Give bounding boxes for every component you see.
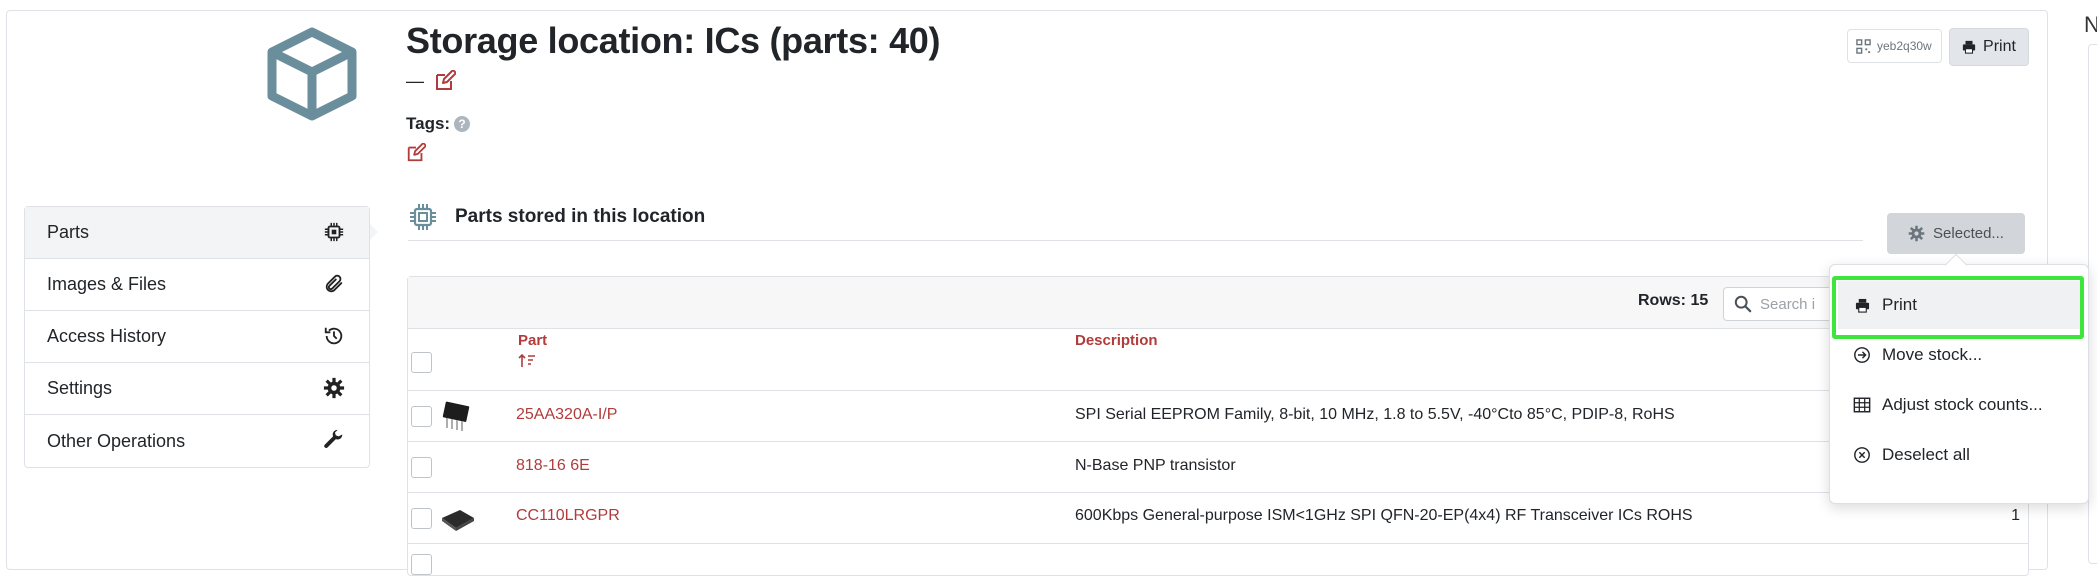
sidebar-item-access-history[interactable]: Access History bbox=[25, 311, 369, 363]
help-icon[interactable]: ? bbox=[454, 116, 471, 132]
selected-actions-menu: Print Move stock... Adjust stock counts.… bbox=[1829, 264, 2089, 504]
paperclip-icon bbox=[323, 273, 347, 297]
sidebar: Parts Images & Files Access History Sett… bbox=[24, 206, 370, 468]
part-thumbnail[interactable] bbox=[438, 502, 476, 536]
rows-per-page-label[interactable]: Rows: 15 bbox=[1638, 292, 1708, 310]
sidebar-item-images-files[interactable]: Images & Files bbox=[25, 259, 369, 311]
selected-actions-label: Selected... bbox=[1933, 225, 2004, 242]
page-title: Storage location: ICs (parts: 40) bbox=[406, 20, 941, 61]
menu-item-label: Deselect all bbox=[1882, 445, 1970, 464]
row-checkbox[interactable] bbox=[411, 554, 432, 575]
print-button[interactable]: Print bbox=[1949, 28, 2029, 66]
edit-comment-icon[interactable] bbox=[434, 70, 456, 92]
adjacent-panel-letter: N bbox=[2084, 12, 2097, 37]
arrow-circle-icon bbox=[1852, 345, 1872, 365]
table-row[interactable]: CC110LRGPR 600Kbps General-purpose ISM<1… bbox=[408, 494, 2028, 544]
part-description: SPI Serial EEPROM Family, 8-bit, 10 MHz,… bbox=[1075, 406, 1675, 423]
active-item-pointer bbox=[370, 224, 378, 240]
select-all-checkbox[interactable] bbox=[411, 352, 432, 373]
section-divider bbox=[408, 240, 1863, 241]
part-link[interactable]: 25AA320A-I/P bbox=[516, 406, 617, 424]
chip-icon bbox=[323, 221, 347, 245]
sidebar-item-label: Images & Files bbox=[47, 274, 167, 294]
edit-tags-icon[interactable] bbox=[406, 143, 428, 165]
sidebar-item-parts[interactable]: Parts bbox=[25, 207, 369, 259]
part-quantity: 1 bbox=[2011, 507, 2020, 524]
menu-item-move-stock[interactable]: Move stock... bbox=[1838, 331, 2082, 379]
adjacent-panel-card bbox=[2088, 44, 2097, 564]
sidebar-item-other-operations[interactable]: Other Operations bbox=[25, 415, 369, 467]
x-circle-icon bbox=[1852, 445, 1872, 465]
comment-line: — bbox=[406, 70, 456, 92]
part-description: N-Base PNP transistor bbox=[1075, 457, 1236, 474]
qr-code-label: yeb2q30w bbox=[1877, 39, 1932, 53]
sidebar-item-label: Other Operations bbox=[47, 430, 186, 451]
parts-table: Rows: 15 Part Description 25AA320A-I/P S… bbox=[407, 276, 2029, 576]
menu-item-label: Adjust stock counts... bbox=[1882, 395, 2043, 414]
grid-icon bbox=[1852, 395, 1872, 415]
printer-icon bbox=[1962, 40, 1976, 54]
part-link[interactable]: CC110LRGPR bbox=[516, 507, 620, 525]
sidebar-item-label: Access History bbox=[47, 326, 167, 346]
box-icon bbox=[267, 27, 357, 121]
wrench-icon bbox=[323, 429, 347, 453]
gear-icon bbox=[1908, 225, 1925, 242]
qr-code-badge[interactable]: yeb2q30w bbox=[1847, 29, 1942, 63]
table-toolbar: Rows: 15 bbox=[408, 277, 2028, 329]
table-search[interactable] bbox=[1723, 287, 1843, 321]
sort-ascending-icon[interactable] bbox=[518, 353, 536, 369]
gear-icon bbox=[323, 377, 347, 401]
selected-actions-button[interactable]: Selected... bbox=[1887, 213, 2025, 254]
column-header-part[interactable]: Part bbox=[518, 332, 547, 349]
comment-text: — bbox=[406, 70, 424, 91]
row-checkbox[interactable] bbox=[411, 508, 432, 529]
menu-item-label: Print bbox=[1882, 295, 1917, 314]
section-title: Parts stored in this location bbox=[455, 206, 706, 227]
menu-item-deselect-all[interactable]: Deselect all bbox=[1838, 431, 2082, 479]
sidebar-item-label: Parts bbox=[47, 222, 90, 242]
table-row[interactable]: 818-16 6E N-Base PNP transistor bbox=[408, 443, 2028, 493]
part-link[interactable]: 818-16 6E bbox=[516, 457, 590, 475]
sidebar-item-settings[interactable]: Settings bbox=[25, 363, 369, 415]
search-input[interactable] bbox=[1760, 295, 1830, 313]
qr-code-icon bbox=[1856, 38, 1871, 54]
column-header-description[interactable]: Description bbox=[1075, 332, 1158, 349]
table-row[interactable]: 25AA320A-I/P SPI Serial EEPROM Family, 8… bbox=[408, 392, 2028, 442]
sidebar-item-label: Settings bbox=[47, 378, 113, 398]
menu-item-print[interactable]: Print bbox=[1838, 281, 2082, 329]
menu-item-adjust-stock[interactable]: Adjust stock counts... bbox=[1838, 381, 2082, 429]
tags-line: Tags: ? bbox=[406, 114, 471, 134]
row-checkbox[interactable] bbox=[411, 457, 432, 478]
table-header-row: Part Description bbox=[408, 329, 2028, 391]
tags-label: Tags: bbox=[406, 114, 451, 133]
row-checkbox[interactable] bbox=[411, 406, 432, 427]
chip-icon bbox=[410, 204, 436, 230]
print-button-label: Print bbox=[1983, 38, 2016, 55]
menu-item-label: Move stock... bbox=[1882, 345, 1983, 364]
part-thumbnail[interactable] bbox=[438, 398, 476, 432]
part-description: 600Kbps General-purpose ISM<1GHz SPI QFN… bbox=[1075, 507, 1693, 524]
printer-icon bbox=[1852, 295, 1872, 315]
history-icon bbox=[323, 325, 347, 349]
search-icon bbox=[1734, 295, 1752, 313]
